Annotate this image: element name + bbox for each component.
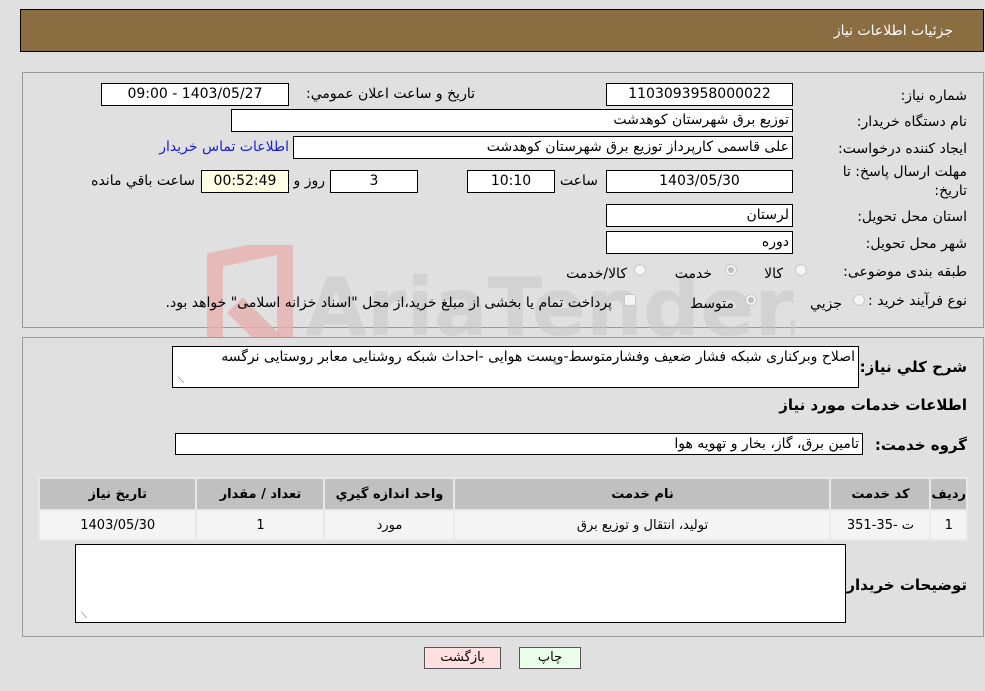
- category-radio-service[interactable]: [725, 264, 737, 276]
- buyer-org-label: نام دستگاه خريدار:: [856, 114, 967, 130]
- need-number-label: شماره نیاز:: [900, 88, 968, 104]
- category-option-goods-service: کالا/خدمت: [566, 266, 627, 282]
- services-table: رديف کد خدمت نام خدمت واحد اندازه گيري ت…: [37, 477, 968, 541]
- treasury-checkbox[interactable]: [624, 294, 636, 306]
- province-label: استان محل تحویل:: [857, 209, 967, 225]
- page-title: جزئیات اطلاعات نیاز: [833, 23, 953, 39]
- deadline-label-date: تاریخ:: [934, 183, 967, 199]
- service-group-label: گروه خدمت:: [874, 436, 967, 454]
- deadline-date-field[interactable]: 1403/05/30: [606, 170, 793, 193]
- deadline-label: مهلت ارسال پاسخ: تا: [842, 164, 967, 180]
- category-option-goods: کالا: [764, 266, 783, 282]
- time-remaining-field: 00:52:49: [201, 170, 289, 193]
- cell-row-number: 1: [929, 509, 968, 541]
- deadline-time-field[interactable]: 10:10: [467, 170, 555, 193]
- city-label: شهر محل تحویل:: [865, 236, 967, 252]
- buyer-contact-link[interactable]: اطلاعات تماس خريدار: [159, 139, 289, 155]
- time-remaining-label: ساعت باقي مانده: [91, 173, 195, 189]
- purchase-option-medium: متوسط: [690, 296, 734, 312]
- purchase-radio-medium[interactable]: [745, 294, 757, 306]
- resize-grip-icon[interactable]: ⟋: [79, 612, 87, 621]
- need-number-field[interactable]: 1103093958000022: [606, 83, 793, 106]
- description-text: اصلاح وبرکناری شبکه فشار ضعیف وفشارمتوسط…: [221, 349, 855, 365]
- print-button[interactable]: چاپ: [519, 647, 581, 669]
- cell-service-name: تولید، انتقال و توزیع برق: [453, 509, 832, 541]
- category-label: طبقه بندی موضوعی:: [843, 264, 967, 280]
- requester-label: ايجاد کننده درخواست:: [838, 141, 967, 157]
- cell-need-date: 1403/05/30: [37, 509, 198, 541]
- treasury-note: پرداخت تمام یا بخشی از مبلغ خرید،از محل …: [165, 295, 612, 311]
- resize-grip-icon[interactable]: ⟋: [176, 377, 184, 386]
- province-field[interactable]: لرستان: [606, 204, 793, 227]
- service-group-field[interactable]: تامین برق، گاز، بخار و تهویه هوا: [175, 433, 863, 455]
- table-row: 1 ت -35-351 تولید، انتقال و توزیع برق مو…: [37, 509, 968, 541]
- requester-field[interactable]: علی قاسمی کارپرداز توزیع برق شهرستان کوه…: [293, 136, 793, 159]
- city-field[interactable]: دوره: [606, 231, 793, 254]
- cell-unit: مورد: [323, 509, 456, 541]
- col-quantity: تعداد / مقدار: [195, 477, 326, 511]
- days-remaining-field[interactable]: 3: [330, 170, 418, 193]
- col-service-name: نام خدمت: [453, 477, 832, 511]
- col-need-date: تاريخ نياز: [37, 477, 198, 511]
- purchase-option-minor: جزيي: [810, 296, 842, 312]
- buyer-org-field[interactable]: توزیع برق شهرستان کوهدشت: [231, 109, 793, 132]
- col-unit: واحد اندازه گيري: [323, 477, 456, 511]
- col-service-code: کد خدمت: [829, 477, 932, 511]
- buyer-notes-label: توضيحات خريدار:: [840, 576, 967, 594]
- purchase-type-label: نوع فرآیند خرید :: [868, 293, 967, 309]
- deadline-time-label: ساعت: [559, 173, 598, 189]
- purchase-radio-minor[interactable]: [853, 294, 865, 306]
- cell-service-code: ت -35-351: [829, 509, 932, 541]
- category-option-service: خدمت: [674, 266, 712, 282]
- cell-quantity: 1: [195, 509, 326, 541]
- buyer-notes-text: [76, 545, 845, 549]
- description-textarea[interactable]: اصلاح وبرکناری شبکه فشار ضعیف وفشارمتوسط…: [172, 346, 859, 388]
- category-radio-goods[interactable]: [795, 264, 807, 276]
- announce-datetime-label: تاریخ و ساعت اعلان عمومي:: [306, 86, 475, 102]
- announce-datetime-field[interactable]: 1403/05/27 - 09:00: [101, 83, 289, 106]
- category-radio-goods-service[interactable]: [634, 264, 646, 276]
- page-header: جزئیات اطلاعات نیاز: [20, 9, 984, 52]
- description-label: شرح کلي نياز:: [859, 358, 967, 376]
- back-button[interactable]: بازگشت: [424, 647, 501, 669]
- buyer-notes-textarea[interactable]: ⟋: [75, 544, 846, 623]
- col-row-number: رديف: [929, 477, 968, 511]
- days-label: روز و: [293, 173, 326, 189]
- table-header-row: رديف کد خدمت نام خدمت واحد اندازه گيري ت…: [37, 477, 968, 511]
- services-section-title: اطلاعات خدمات مورد نياز: [779, 396, 967, 414]
